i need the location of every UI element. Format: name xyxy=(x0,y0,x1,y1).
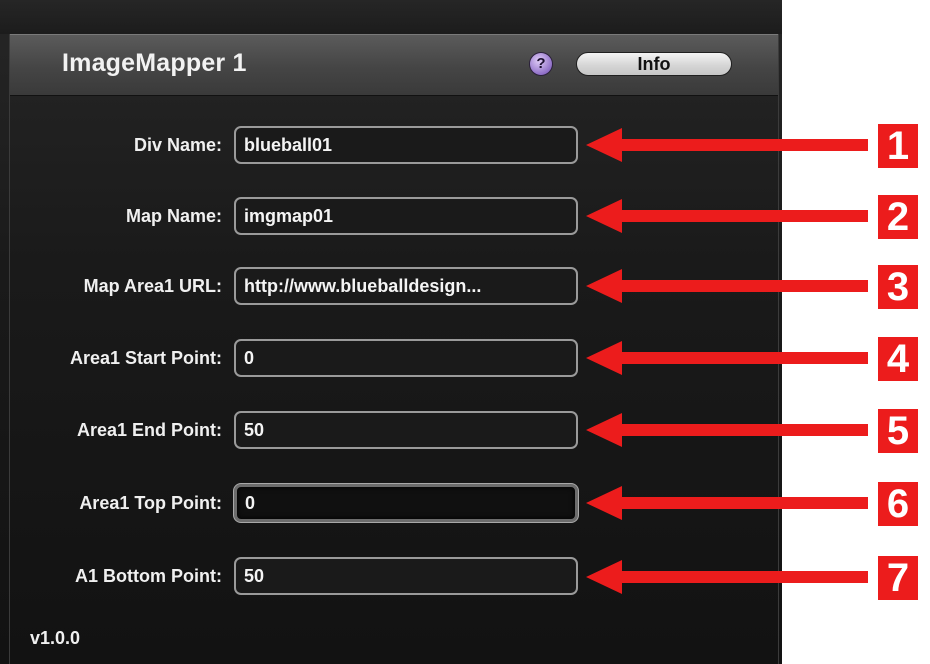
map-name-input[interactable] xyxy=(234,197,578,235)
map-area-url-input[interactable] xyxy=(234,267,578,305)
area-end-point-input[interactable] xyxy=(234,411,578,449)
div-name-input[interactable] xyxy=(234,126,578,164)
bottom-point-input[interactable] xyxy=(234,557,578,595)
callout-badge-6: 6 xyxy=(878,482,918,526)
div-name-label: Div Name: xyxy=(133,135,222,155)
map-area-url-label: Map Area1 URL: xyxy=(83,276,222,296)
panel-top-strip xyxy=(0,0,782,34)
callout-arrow-2 xyxy=(586,199,868,233)
callout-arrow-7 xyxy=(586,560,868,594)
map-name-label: Map Name: xyxy=(125,206,222,226)
callout-badge-7: 7 xyxy=(878,556,918,600)
callout-badge-1: 1 xyxy=(878,124,918,168)
area-top-point-label: Area1 Top Point: xyxy=(79,493,222,513)
callout-arrow-5 xyxy=(586,413,868,447)
panel-header: ImageMapper 1 ? Info xyxy=(10,34,778,96)
callout-badge-4: 4 xyxy=(878,337,918,381)
callout-arrow-3 xyxy=(586,269,868,303)
callout-arrow-6 xyxy=(586,486,868,520)
callout-badge-2: 2 xyxy=(878,195,918,239)
help-icon[interactable]: ? xyxy=(530,53,552,75)
callout-arrow-1 xyxy=(586,128,868,162)
callout-badge-5: 5 xyxy=(878,409,918,453)
area-start-point-input[interactable] xyxy=(234,339,578,377)
callout-badge-3: 3 xyxy=(878,265,918,309)
callout-arrow-4 xyxy=(586,341,868,375)
version-label: v1.0.0 xyxy=(30,628,81,648)
info-button[interactable]: Info xyxy=(576,52,732,76)
area-top-point-input[interactable] xyxy=(234,484,578,522)
area-end-point-label: Area1 End Point: xyxy=(76,420,222,440)
bottom-point-label: A1 Bottom Point: xyxy=(75,566,222,586)
panel-title: ImageMapper 1 xyxy=(62,49,247,77)
area-start-point-label: Area1 Start Point: xyxy=(69,348,222,368)
